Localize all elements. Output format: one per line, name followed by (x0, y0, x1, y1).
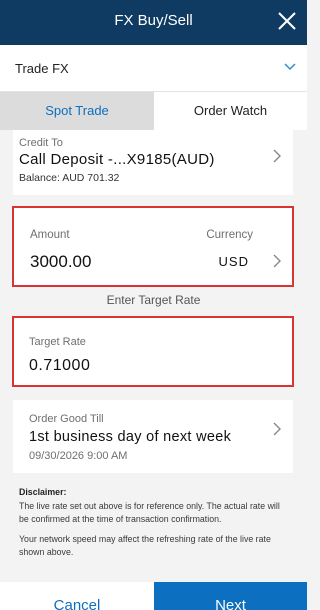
credit-account-name: Call Deposit -...X9185(AUD) (19, 151, 215, 168)
header-bar: FX Buy/Sell (0, 0, 307, 45)
next-button[interactable]: Next (154, 582, 307, 610)
tab-order-watch[interactable]: Order Watch (154, 92, 307, 130)
order-good-till-value: 1st business day of next week (29, 429, 232, 445)
chevron-down-icon (284, 63, 296, 71)
order-good-till-field[interactable]: Order Good Till 1st business day of next… (13, 400, 293, 473)
close-icon[interactable] (276, 10, 298, 32)
cancel-button[interactable]: Cancel (0, 582, 154, 610)
chevron-right-icon (273, 422, 281, 436)
tab-bar: Spot Trade Order Watch (0, 92, 307, 130)
disclaimer: Disclaimer: The live rate set out above … (19, 486, 289, 566)
tab-spot-trade[interactable]: Spot Trade (0, 92, 154, 130)
credit-balance: Balance: AUD 701.32 (19, 172, 120, 184)
credit-to-label: Credit To (19, 137, 63, 149)
order-good-till-label: Order Good Till (29, 413, 104, 425)
footer-actions: Cancel Next (0, 582, 307, 610)
disclaimer-paragraph: The live rate set out above is for refer… (19, 501, 280, 524)
credit-to-account[interactable]: Credit To Call Deposit -...X9185(AUD) Ba… (13, 130, 293, 195)
trade-type-select[interactable]: Trade FX (0, 45, 307, 92)
trade-type-value: Trade FX (15, 61, 69, 76)
chevron-right-icon (273, 149, 281, 163)
target-rate-highlight-box (12, 316, 294, 387)
disclaimer-heading: Disclaimer: (19, 487, 67, 497)
enter-target-rate-heading: Enter Target Rate (106, 293, 201, 307)
page-title: FX Buy/Sell (114, 12, 193, 29)
order-good-till-date: 09/30/2026 9:00 AM (29, 450, 128, 462)
disclaimer-paragraph: Your network speed may affect the refres… (19, 534, 271, 557)
amount-highlight-box (12, 206, 294, 287)
